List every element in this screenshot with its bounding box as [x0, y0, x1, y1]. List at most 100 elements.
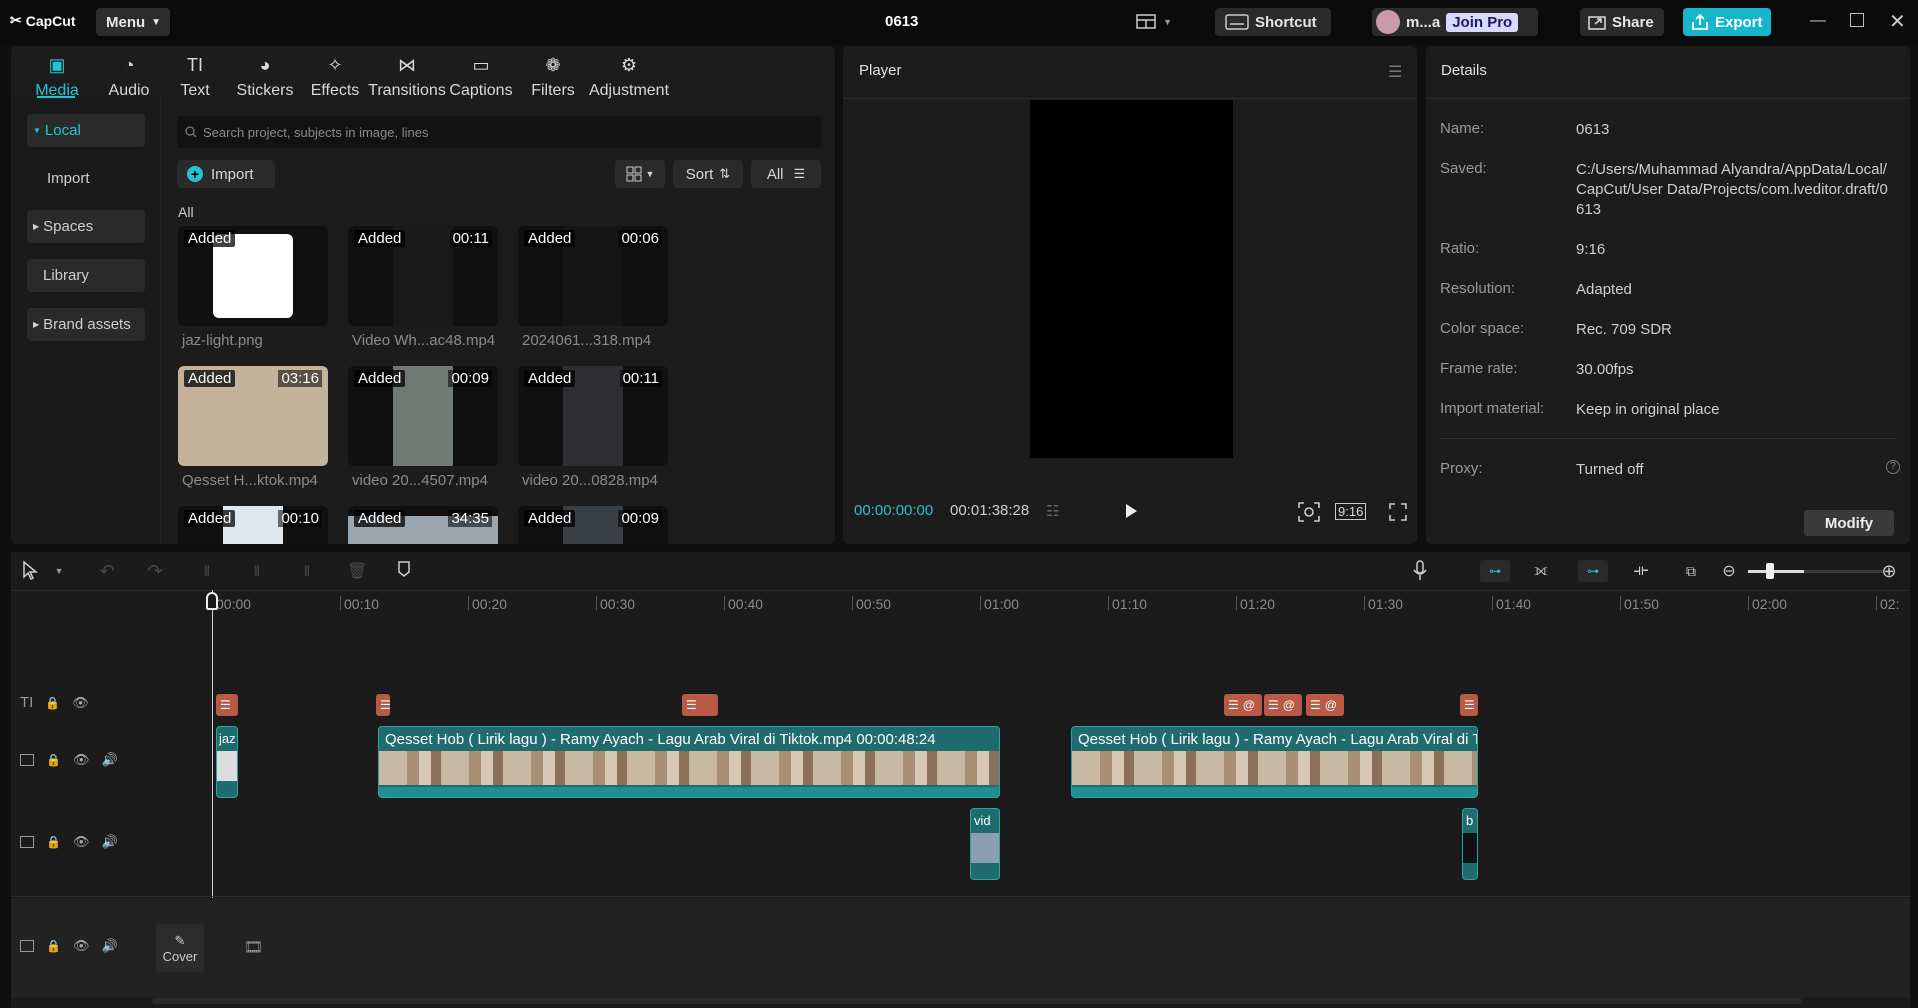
tab-adjustment[interactable]: ⚙ Adjustment [587, 52, 671, 100]
filter-button[interactable]: All ☰ [751, 160, 821, 188]
caption-clip[interactable]: ☰ @ [1264, 694, 1302, 716]
clip-overlay-video[interactable]: vid [970, 808, 1000, 880]
minimize-icon[interactable]: — [1810, 12, 1826, 30]
sidebar-item-import[interactable]: Import [27, 162, 145, 195]
media-card[interactable]: Added jaz-light.png [178, 226, 328, 349]
playhead-handle[interactable] [206, 592, 218, 610]
zoom-slider-track[interactable] [1804, 570, 1884, 573]
film-icon[interactable]: 🎞 [244, 938, 263, 956]
clip-jaz-image[interactable]: jaz [216, 726, 238, 798]
player-title: Player [859, 62, 902, 79]
account-button[interactable]: m...a Join Pro [1372, 8, 1538, 36]
delete-right-icon[interactable]: ⫴ [296, 560, 318, 582]
duration-label: 00:11 [619, 370, 662, 387]
redo-icon[interactable]: ↷ [144, 560, 166, 582]
zoom-in-icon[interactable]: ⊕ [1878, 560, 1900, 582]
cover-button[interactable]: ✎ Cover [156, 924, 204, 972]
auto-snap-icon[interactable]: ⟗ [1530, 560, 1552, 582]
undo-icon[interactable]: ↶ [96, 560, 118, 582]
eye-icon[interactable]: 👁 [73, 752, 90, 768]
speaker-icon[interactable]: 🔊 [101, 834, 117, 850]
import-button[interactable]: + Import [177, 160, 275, 188]
lock-icon[interactable]: 🔒 [46, 835, 61, 849]
maximize-icon[interactable] [1850, 13, 1864, 27]
modify-button[interactable]: Modify [1804, 510, 1894, 536]
select-cursor-icon[interactable] [20, 560, 42, 582]
caption-icon: ☰ [1464, 698, 1475, 712]
caption-clip[interactable]: ☰ [682, 694, 718, 716]
video-preview[interactable] [1030, 100, 1233, 458]
media-filename: Video Wh...ac48.mp4 [352, 332, 496, 349]
tab-filters[interactable]: ❁ Filters [511, 52, 595, 100]
marker-icon[interactable] [396, 560, 418, 582]
media-card[interactable]: Added 00:11 video 20...0828.mp4 [518, 366, 668, 489]
media-filename: video 20...4507.mp4 [352, 472, 488, 489]
timeline-scrollbar[interactable] [152, 998, 1802, 1004]
speaker-icon[interactable]: 🔊 [101, 938, 117, 954]
ratio-button[interactable]: 9:16 [1335, 503, 1367, 520]
caption-clip[interactable]: ☰ @ [1306, 694, 1344, 716]
join-pro-badge[interactable]: Join Pro [1446, 12, 1519, 32]
preview-axis-icon[interactable]: ⟛ [1630, 560, 1652, 582]
linkage-icon[interactable]: ⊶ [1578, 560, 1608, 582]
layout-icon [1136, 14, 1156, 29]
tab-transitions[interactable]: ⋈ Transitions [365, 52, 449, 100]
added-badge: Added [184, 370, 236, 387]
caption-clip[interactable]: ☰ [1460, 694, 1478, 716]
caption-clip[interactable]: ☰ [216, 694, 238, 716]
sidebar-item-spaces[interactable]: ▶ Spaces [27, 210, 145, 243]
media-card[interactable]: Added 03:16 Qesset H...ktok.mp4 [178, 366, 328, 489]
lock-icon[interactable]: 🔒 [46, 939, 61, 953]
media-card[interactable]: Added 00:11 Video Wh...ac48.mp4 [348, 226, 498, 349]
sort-button[interactable]: Sort ⇅ [673, 160, 743, 188]
eye-icon[interactable]: 👁 [73, 938, 90, 954]
main-track-magnet-icon[interactable]: ⊶ [1480, 560, 1510, 582]
screen-icon[interactable]: ⧉ [1680, 560, 1702, 582]
chevron-down-icon: ▼ [151, 16, 162, 28]
media-card[interactable]: Added 00:10 [178, 506, 328, 544]
zoom-slider-thumb[interactable] [1766, 563, 1774, 579]
help-icon[interactable]: ? [1886, 460, 1900, 474]
eye-icon[interactable]: 👁 [73, 834, 90, 850]
timecode-format-icon[interactable]: ☷ [1046, 502, 1059, 520]
lock-icon[interactable]: 🔒 [46, 753, 61, 767]
sidebar-item-library[interactable]: Library [27, 259, 145, 292]
split-icon[interactable]: ⫴ [196, 560, 218, 582]
video-track-icon [20, 940, 34, 952]
speaker-icon[interactable]: 🔊 [101, 752, 117, 768]
lock-icon[interactable]: 🔒 [45, 696, 60, 710]
clip-main-video-second[interactable]: Qesset Hob ( Lirik lagu ) - Ramy Ayach -… [1071, 726, 1478, 798]
sidebar-item-brand-assets[interactable]: ▶ Brand assets [27, 308, 145, 341]
eye-icon[interactable]: 👁 [72, 695, 89, 711]
play-icon[interactable] [1124, 503, 1138, 519]
media-card[interactable]: Added 00:09 [518, 506, 668, 544]
media-card[interactable]: Added 34:35 [348, 506, 498, 544]
caption-clip[interactable]: ☰ @ [1224, 694, 1262, 716]
clip-thumbnail [1463, 833, 1477, 863]
media-card[interactable]: Added 00:06 2024061...318.mp4 [518, 226, 668, 349]
hamburger-menu-icon[interactable]: ☰ [1388, 62, 1402, 82]
fullscreen-icon[interactable] [1389, 503, 1407, 521]
shortcut-button[interactable]: Shortcut [1215, 8, 1331, 36]
delete-left-icon[interactable]: ⫴ [246, 560, 268, 582]
media-card[interactable]: Added 00:09 video 20...4507.mp4 [348, 366, 498, 489]
search-input[interactable]: Search project, subjects in image, lines [177, 116, 821, 148]
fit-screen-icon[interactable] [1298, 502, 1320, 522]
close-icon[interactable]: ✕ [1889, 9, 1906, 34]
microphone-icon[interactable] [1412, 560, 1434, 582]
caption-clip[interactable]: ☰ [376, 694, 391, 716]
view-toggle-button[interactable]: ▼ [615, 160, 665, 188]
delete-icon[interactable]: 🗑 [346, 560, 368, 582]
detail-key: Saved: [1440, 160, 1487, 177]
layout-button[interactable]: ▼ [1136, 8, 1172, 36]
caption-icon: ☰ [1228, 698, 1239, 712]
menu-button[interactable]: Menu ▼ [96, 8, 170, 36]
clip-overlay-logo[interactable]: b [1462, 808, 1478, 880]
zoom-out-icon[interactable]: ⊖ [1718, 560, 1740, 582]
sidebar-item-local[interactable]: ▼ Local [27, 114, 145, 147]
share-button[interactable]: Share [1580, 8, 1664, 36]
shortcut-label: Shortcut [1255, 13, 1317, 31]
export-button[interactable]: Export [1683, 8, 1771, 36]
clip-main-video[interactable]: Qesset Hob ( Lirik lagu ) - Ramy Ayach -… [378, 726, 1000, 798]
chevron-down-icon[interactable]: ▼ [48, 560, 70, 582]
